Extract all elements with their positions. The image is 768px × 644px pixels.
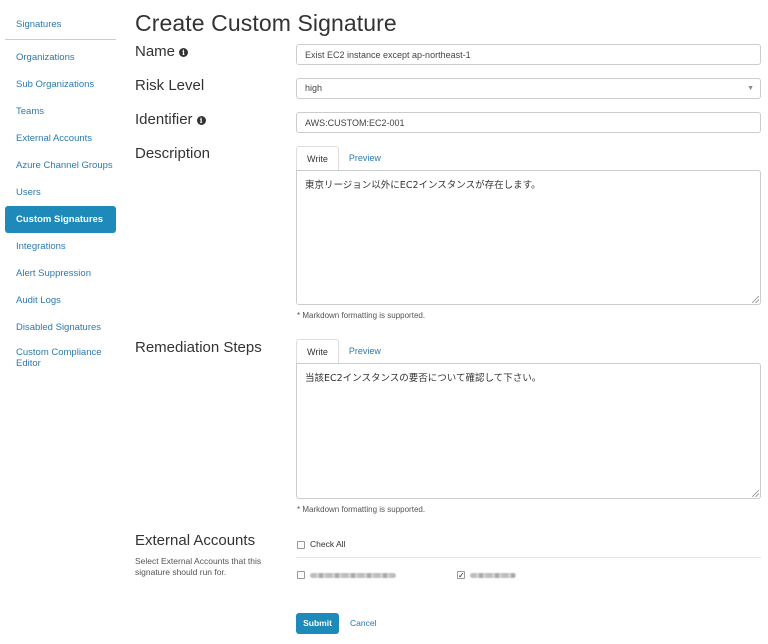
external-account-name-redacted	[470, 573, 516, 578]
risk-level-label: Risk Level	[135, 77, 205, 94]
check-all-checkbox[interactable]	[297, 541, 305, 549]
sidebar-item-alert-suppression[interactable]: Alert Suppression	[5, 260, 116, 287]
sidebar-item-disabled-signatures[interactable]: Disabled Signatures	[5, 314, 116, 341]
sidebar-item-custom-signatures[interactable]: Custom Signatures	[5, 206, 116, 233]
sidebar-item-sub-organizations[interactable]: Sub Organizations	[5, 71, 116, 98]
sidebar-item-signatures[interactable]: Signatures	[5, 10, 116, 40]
identifier-label: Identifier i	[135, 111, 206, 128]
check-all-label: Check All	[310, 539, 346, 549]
sidebar-item-organizations[interactable]: Organizations	[5, 44, 116, 71]
remediation-textarea[interactable]	[296, 363, 761, 499]
name-input[interactable]	[296, 44, 761, 65]
remediation-tab-preview[interactable]: Preview	[339, 339, 391, 364]
submit-button[interactable]: Submit	[296, 613, 339, 634]
resize-handle-icon[interactable]	[752, 490, 759, 497]
external-accounts-description: Select External Accounts that this signa…	[135, 556, 262, 577]
risk-level-value: high	[305, 83, 323, 93]
description-markdown-hint: * Markdown formatting is supported.	[297, 311, 426, 320]
info-icon[interactable]: i	[196, 115, 206, 125]
external-account-checkbox[interactable]	[297, 571, 305, 579]
description-tab-write[interactable]: Write	[296, 146, 339, 171]
remediation-markdown-hint: * Markdown formatting is supported.	[297, 505, 426, 514]
chevron-down-icon: ▼	[747, 85, 754, 92]
description-label: Description	[135, 145, 211, 162]
info-icon[interactable]: i	[179, 47, 189, 57]
description-tab-preview[interactable]: Preview	[339, 146, 391, 171]
divider	[296, 557, 761, 558]
remediation-tab-write[interactable]: Write	[296, 339, 339, 364]
external-account-name-redacted	[310, 573, 396, 578]
name-label: Name i	[135, 43, 189, 60]
sidebar: Signatures Organizations Sub Organizatio…	[5, 10, 116, 373]
external-accounts-label: External Accounts	[135, 532, 256, 549]
sidebar-item-custom-compliance-editor[interactable]: Custom Compliance Editor	[5, 341, 116, 373]
sidebar-item-teams[interactable]: Teams	[5, 98, 116, 125]
sidebar-item-users[interactable]: Users	[5, 179, 116, 206]
risk-level-select[interactable]: high ▼	[296, 78, 761, 99]
cancel-link[interactable]: Cancel	[350, 613, 376, 634]
sidebar-item-external-accounts[interactable]: External Accounts	[5, 125, 116, 152]
name-label-text: Name	[135, 43, 176, 60]
description-tabs: Write Preview	[296, 146, 391, 171]
sidebar-item-integrations[interactable]: Integrations	[5, 233, 116, 260]
remediation-tabs: Write Preview	[296, 339, 391, 364]
sidebar-item-audit-logs[interactable]: Audit Logs	[5, 287, 116, 314]
sidebar-item-azure-channel-groups[interactable]: Azure Channel Groups	[5, 152, 116, 179]
identifier-input[interactable]	[296, 112, 761, 133]
page-title: Create Custom Signature	[135, 10, 397, 36]
external-account-checkbox[interactable]: ✓	[457, 571, 465, 580]
remediation-label: Remediation Steps	[135, 339, 262, 356]
description-textarea[interactable]	[296, 170, 761, 305]
identifier-label-text: Identifier	[135, 111, 193, 128]
resize-handle-icon[interactable]	[752, 296, 759, 303]
